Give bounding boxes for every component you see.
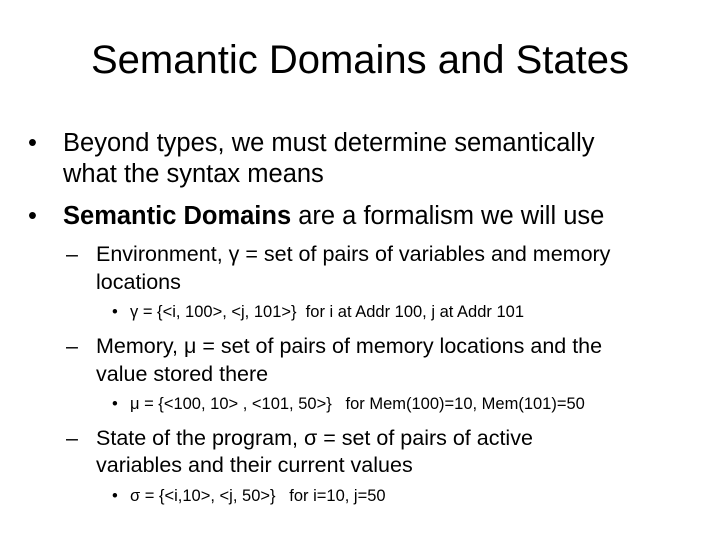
bullet-marker: • bbox=[28, 129, 37, 157]
bullet-text-line: Beyond types, we must determine semantic… bbox=[63, 129, 595, 157]
sub-bullet-text-line: variables and their current values bbox=[96, 453, 413, 477]
bullet-text-line: Semantic Domains are a formalism we will… bbox=[63, 201, 604, 231]
detail-text: γ = {<i, 100>, <j, 101>} for i at Addr 1… bbox=[130, 303, 524, 321]
detail-marker: • bbox=[112, 395, 118, 413]
dash-marker: – bbox=[66, 334, 78, 358]
sub-bullet-text-line: State of the program, σ = set of pairs o… bbox=[96, 426, 533, 450]
sub-bullet-text-line: value stored there bbox=[96, 362, 269, 386]
detail-marker: • bbox=[112, 487, 118, 505]
sub-bullet-text-line: Environment, γ = set of pairs of variabl… bbox=[96, 242, 611, 266]
slide-title: Semantic Domains and States bbox=[90, 38, 630, 82]
sub-bullet-text-line: Memory, μ = set of pairs of memory locat… bbox=[96, 334, 603, 358]
dash-marker: – bbox=[66, 426, 78, 450]
bullet-text-line: what the syntax means bbox=[63, 160, 324, 188]
bullet-marker: • bbox=[28, 202, 37, 230]
dash-marker: – bbox=[66, 242, 78, 266]
detail-marker: • bbox=[112, 303, 118, 321]
detail-text: μ = {<100, 10> , <101, 50>} for Mem(100)… bbox=[130, 395, 585, 413]
sub-bullet-text-line: locations bbox=[96, 270, 181, 294]
bullet-text-rest: are a formalism we will use bbox=[291, 202, 605, 230]
detail-text: σ = {<i,10>, <j, 50>} for i=10, j=50 bbox=[130, 487, 386, 505]
bold-term: Semantic Domains bbox=[63, 202, 292, 230]
